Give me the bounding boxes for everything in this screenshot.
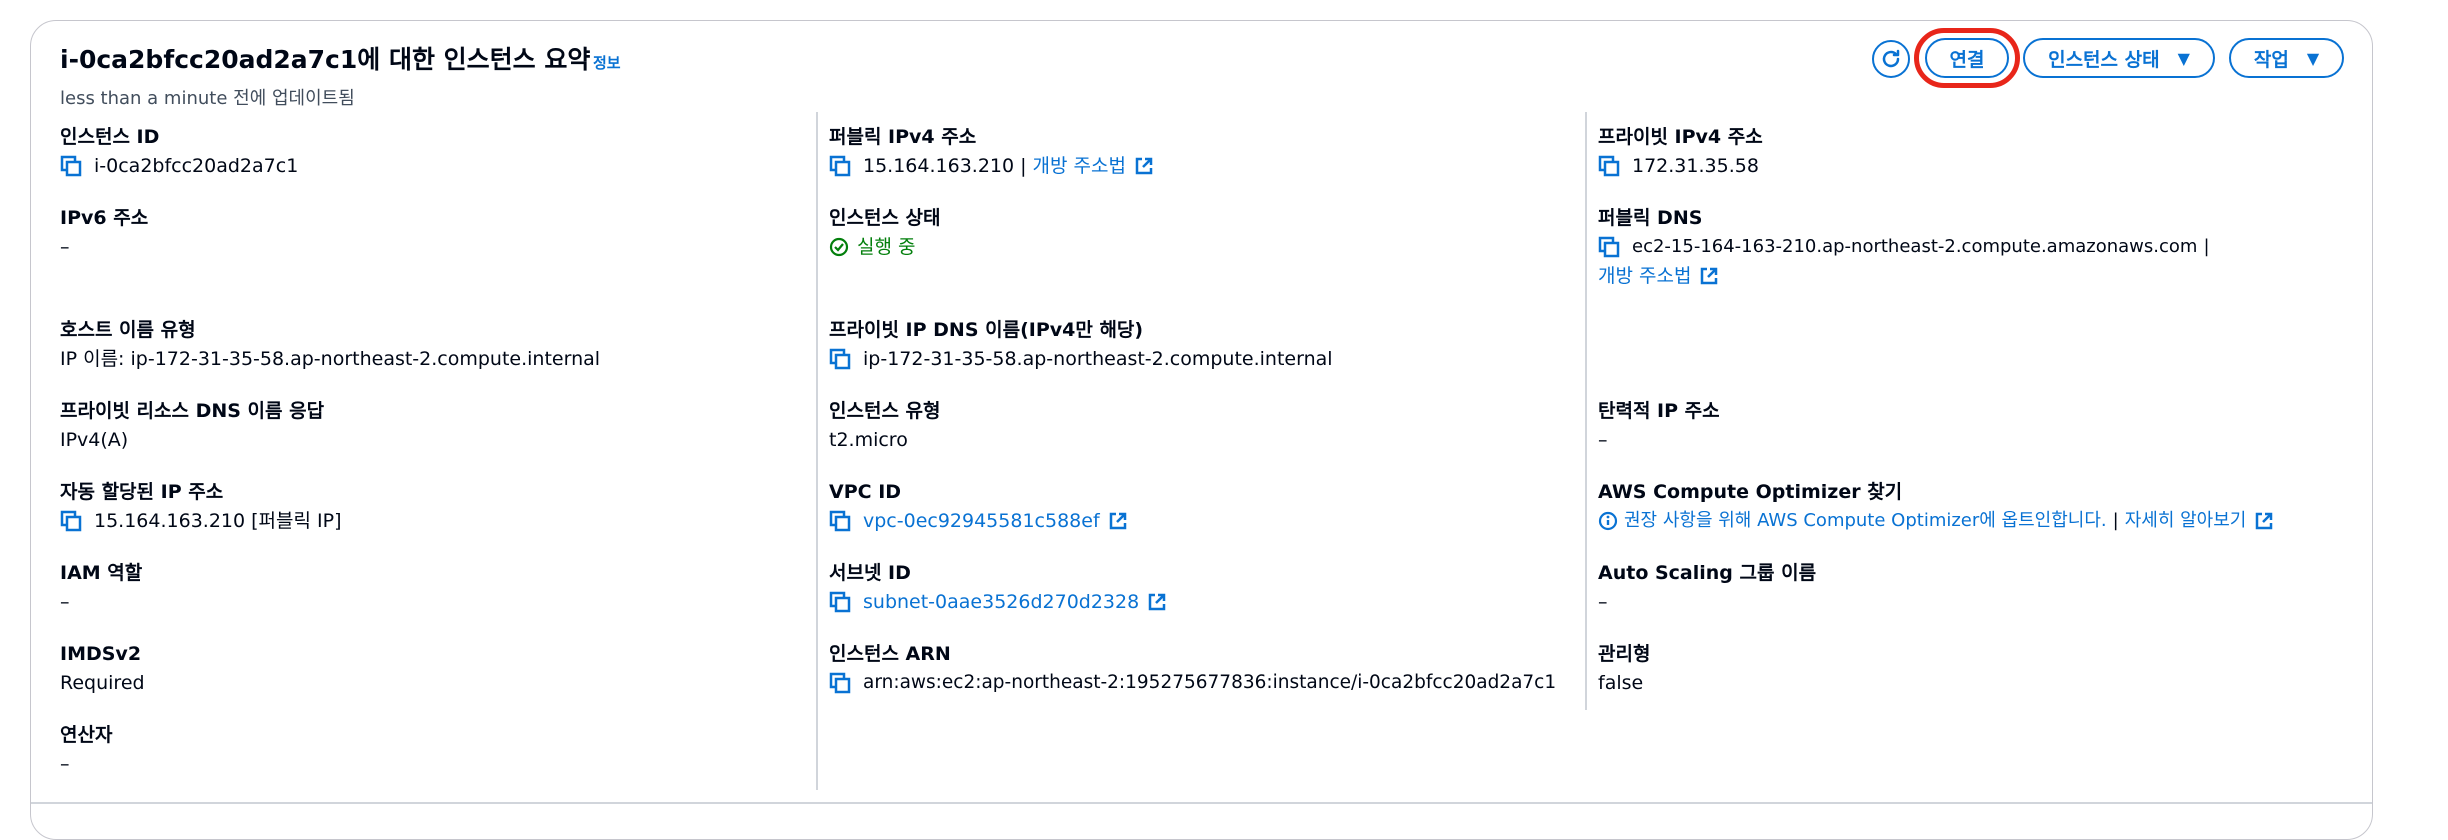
copy-icon[interactable] xyxy=(829,591,851,613)
actions-dropdown[interactable]: 작업 ▼ xyxy=(2229,38,2344,78)
optimizer-opt-in-link[interactable]: 권장 사항을 위해 AWS Compute Optimizer에 옵트인합니다. xyxy=(1624,509,2107,533)
field-iam-role: IAM 역할 – xyxy=(60,562,143,613)
copy-icon[interactable] xyxy=(1598,155,1620,177)
instance-arn-value: arn:aws:ec2:ap-northeast-2:195275677836:… xyxy=(863,672,1557,693)
private-ipv4-value: 172.31.35.58 xyxy=(1632,155,1759,177)
refresh-icon xyxy=(1882,49,1900,68)
caret-down-icon: ▼ xyxy=(2177,48,2190,68)
external-link-icon xyxy=(2256,512,2273,530)
copy-icon[interactable] xyxy=(829,155,851,177)
field-asg-name: Auto Scaling 그룹 이름 – xyxy=(1598,562,1817,613)
instance-id-value: i-0ca2bfcc20ad2a7c1 xyxy=(94,155,299,177)
field-private-ip-dns: 프라이빗 IP DNS 이름(IPv4만 해당) ip-172-31-35-58… xyxy=(829,319,1333,370)
column-divider xyxy=(816,112,818,790)
copy-icon[interactable] xyxy=(829,672,851,694)
info-link[interactable]: 정보 xyxy=(593,52,621,73)
learn-more-link[interactable]: 자세히 알아보기 xyxy=(2125,509,2247,533)
public-ipv4-value: 15.164.163.210 xyxy=(863,155,1015,177)
field-instance-id: 인스턴스 ID i-0ca2bfcc20ad2a7c1 xyxy=(60,126,299,177)
actions-dropdown-label: 작업 xyxy=(2253,48,2289,71)
subnet-id-link[interactable]: subnet-0aae3526d270d2328 xyxy=(863,590,1139,614)
copy-icon[interactable] xyxy=(60,510,82,532)
instance-summary-panel xyxy=(30,20,2373,840)
last-updated-text: less than a minute 전에 업데이트됨 xyxy=(60,88,355,109)
vpc-id-link[interactable]: vpc-0ec92945581c588ef xyxy=(863,509,1100,533)
copy-icon[interactable] xyxy=(829,348,851,370)
field-hostname-type: 호스트 이름 유형 IP 이름: ip-172-31-35-58.ap-nort… xyxy=(60,319,601,370)
tab-bar-divider xyxy=(31,802,2372,804)
external-link-icon xyxy=(1109,512,1126,530)
column-divider xyxy=(1585,112,1587,710)
field-private-ipv4: 프라이빗 IPv4 주소 172.31.35.58 xyxy=(1598,126,1763,177)
external-link-icon xyxy=(1135,157,1153,175)
field-auto-ip: 자동 할당된 IP 주소 15.164.163.210 [퍼블릭 IP] xyxy=(60,481,342,532)
page-title: i-0ca2bfcc20ad2a7c1에 대한 인스턴스 요약 xyxy=(60,45,591,74)
open-address-link[interactable]: 개방 주소법 xyxy=(1033,154,1126,178)
info-icon xyxy=(1598,511,1618,531)
check-circle-icon xyxy=(829,237,849,257)
private-ip-dns-value: ip-172-31-35-58.ap-northeast-2.compute.i… xyxy=(863,348,1333,370)
field-operator: 연산자 – xyxy=(60,724,113,775)
instance-state-dropdown[interactable]: 인스턴스 상태 ▼ xyxy=(2023,38,2215,78)
caret-down-icon: ▼ xyxy=(2306,48,2320,68)
field-imdsv2: IMDSv2 Required xyxy=(60,643,145,694)
field-public-ipv4: 퍼블릭 IPv4 주소 15.164.163.210 | 개방 주소법 xyxy=(829,125,1154,178)
copy-icon[interactable] xyxy=(60,155,82,177)
field-subnet-id: 서브넷 ID subnet-0aae3526d270d2328 xyxy=(829,561,1167,614)
refresh-button[interactable] xyxy=(1872,40,1910,78)
instance-state-dropdown-label: 인스턴스 상태 xyxy=(2048,48,2160,71)
field-instance-type: 인스턴스 유형 t2.micro xyxy=(829,400,941,451)
auto-ip-value: 15.164.163.210 [퍼블릭 IP] xyxy=(94,510,342,532)
field-ipv6: IPv6 주소 – xyxy=(60,207,149,258)
field-public-dns: 퍼블릭 DNS ec2-15-164-163-210.ap-northeast-… xyxy=(1598,207,2210,288)
field-managed: 관리형 false xyxy=(1598,643,1651,694)
field-private-dns-response: 프라이빗 리소스 DNS 이름 응답 IPv4(A) xyxy=(60,400,325,451)
field-instance-arn: 인스턴스 ARN arn:aws:ec2:ap-northeast-2:1952… xyxy=(829,643,1557,694)
field-vpc-id: VPC ID vpc-0ec92945581c588ef xyxy=(829,480,1128,533)
external-link-icon xyxy=(1148,593,1166,611)
field-elastic-ip: 탄력적 IP 주소 – xyxy=(1598,400,1720,451)
copy-icon[interactable] xyxy=(829,510,851,532)
copy-icon[interactable] xyxy=(1598,236,1620,258)
highlight-annotation xyxy=(1914,28,2020,88)
external-link-icon xyxy=(1701,267,1718,285)
public-dns-value: ec2-15-164-163-210.ap-northeast-2.comput… xyxy=(1632,236,2198,257)
field-instance-state: 인스턴스 상태 실행 중 xyxy=(829,207,941,258)
field-compute-optimizer: AWS Compute Optimizer 찾기 권장 사항을 위해 AWS C… xyxy=(1598,480,2274,533)
instance-state-value: 실행 중 xyxy=(857,236,916,258)
open-address-link[interactable]: 개방 주소법 xyxy=(1598,264,1691,288)
